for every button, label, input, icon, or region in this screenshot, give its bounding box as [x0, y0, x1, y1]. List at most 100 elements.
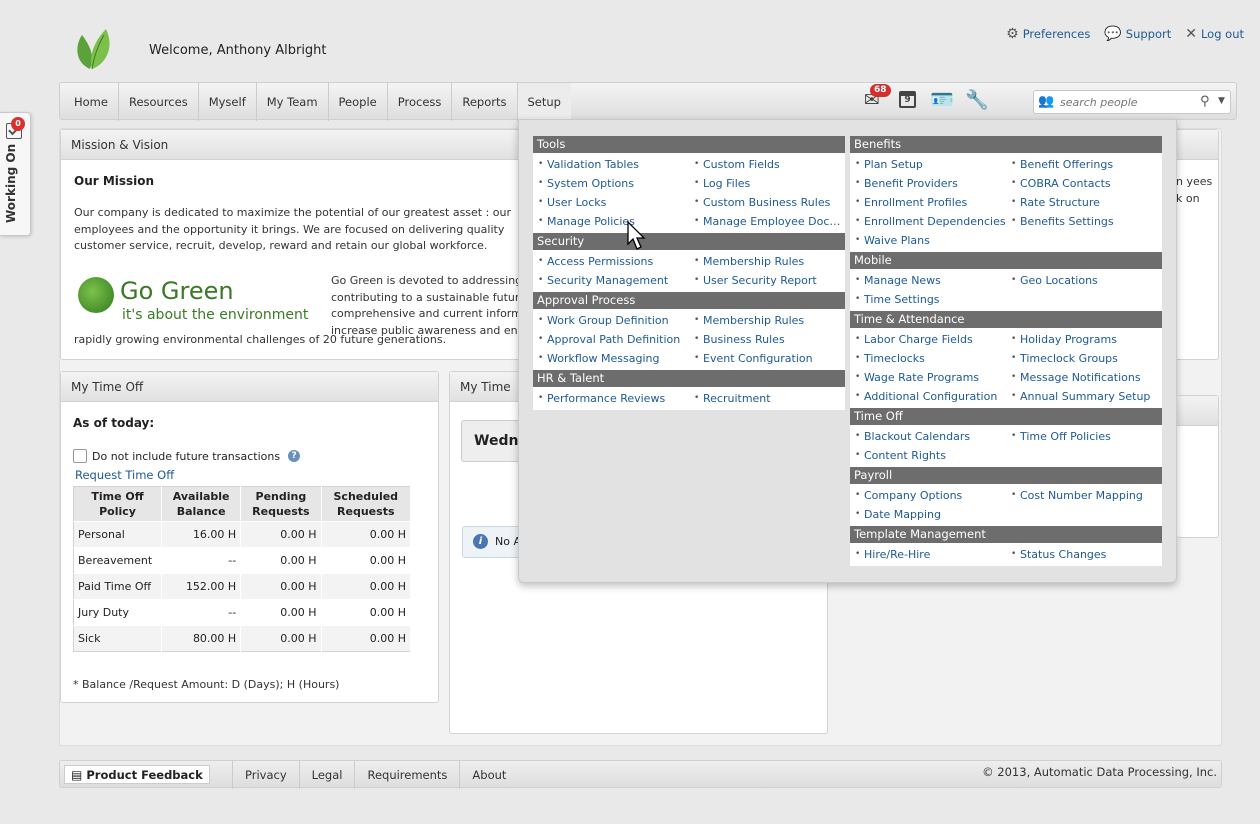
menu-item-manage-news[interactable]: Manage News [850, 271, 1006, 290]
setup-menu: ToolsValidation TablesCustom FieldsSyste… [518, 119, 1177, 583]
nav-process[interactable]: Process [388, 83, 453, 121]
wrench-icon[interactable]: 🔧 [965, 89, 989, 111]
search-input[interactable] [1060, 94, 1200, 111]
menu-item-status-changes[interactable]: Status Changes [1006, 545, 1162, 564]
menu-item-rate-structure[interactable]: Rate Structure [1006, 193, 1162, 212]
menu-item-benefit-providers[interactable]: Benefit Providers [850, 174, 1006, 193]
privacy-link[interactable]: Privacy [232, 761, 299, 789]
menu-item-business-rules[interactable]: Business Rules [689, 330, 845, 349]
menu-item-work-group-definition[interactable]: Work Group Definition [533, 311, 689, 330]
leaf-logo-icon [77, 29, 110, 70]
menu-item-time-settings[interactable]: Time Settings [850, 290, 1006, 309]
menu-item-content-rights[interactable]: Content Rights [850, 446, 1006, 465]
as-of-label: As of today: [73, 416, 155, 430]
menu-item-annual-summary-setup[interactable]: Annual Summary Setup [1006, 387, 1162, 406]
calendar-icon[interactable]: 9 [895, 89, 919, 111]
menu-item-log-files[interactable]: Log Files [689, 174, 845, 193]
search-people-box: 👥 ⚲ ▼ [1033, 90, 1231, 114]
menu-item-company-options[interactable]: Company Options [850, 486, 1006, 505]
balance-cell: 0.00 H [240, 521, 322, 548]
nav-resources[interactable]: Resources [119, 83, 199, 121]
menu-item-message-notifications[interactable]: Message Notifications [1006, 368, 1162, 387]
search-icon[interactable]: ⚲ [1200, 94, 1210, 109]
preferences-link[interactable]: ⚙ Preferences [1006, 26, 1090, 42]
legal-link[interactable]: Legal [298, 761, 355, 789]
col-available[interactable]: Available Balance [161, 486, 242, 522]
menu-item-membership-rules[interactable]: Membership Rules [689, 311, 845, 330]
menu-item-performance-reviews[interactable]: Performance Reviews [533, 389, 689, 408]
menu-item-timeclocks[interactable]: Timeclocks [850, 349, 1006, 368]
menu-item-enrollment-profiles[interactable]: Enrollment Profiles [850, 193, 1006, 212]
balance-cell: 0.00 H [240, 599, 322, 626]
welcome-text: Welcome, Anthony Albright [149, 43, 327, 58]
chevron-down-icon[interactable]: ▼ [1218, 96, 1225, 106]
menu-item-waive-plans[interactable]: Waive Plans [850, 231, 1006, 250]
menu-item-benefits-settings[interactable]: Benefits Settings [1006, 212, 1162, 231]
setup-menu-left-column: ToolsValidation TablesCustom FieldsSyste… [533, 136, 845, 410]
menu-item-date-mapping[interactable]: Date Mapping [850, 505, 1006, 524]
time-off-panel-title: My Time Off [61, 372, 438, 402]
menu-item-event-configuration[interactable]: Event Configuration [689, 349, 845, 368]
balance-cell: 0.00 H [321, 573, 412, 600]
working-on-label: Working On [4, 143, 18, 223]
menu-item-additional-configuration[interactable]: Additional Configuration [850, 387, 1006, 406]
menu-item-plan-setup[interactable]: Plan Setup [850, 155, 1006, 174]
gear-icon: ⚙ [1006, 26, 1019, 42]
menu-item-benefit-offerings[interactable]: Benefit Offerings [1006, 155, 1162, 174]
menu-item-security-management[interactable]: Security Management [533, 271, 689, 290]
working-on-tab[interactable]: 0 Working On [0, 112, 31, 236]
nav-reports[interactable]: Reports [452, 83, 518, 121]
table-row: Paid Time Off 152.00 H 0.00 H 0.00 H [73, 573, 412, 600]
help-icon[interactable]: ? [288, 450, 301, 462]
mission-right-text: n yees k on [1176, 175, 1213, 205]
nav-setup[interactable]: Setup [517, 83, 571, 121]
menu-item-user-locks[interactable]: User Locks [533, 193, 689, 212]
col-scheduled[interactable]: Scheduled Requests [321, 486, 412, 522]
menu-item-enrollment-dependencies[interactable]: Enrollment Dependencies [850, 212, 1006, 231]
menu-item-holiday-programs[interactable]: Holiday Programs [1006, 330, 1162, 349]
menu-item-hire-re-hire[interactable]: Hire/Re-Hire [850, 545, 1006, 564]
menu-section-time-off: Time Off [850, 408, 1162, 425]
nav-my-team[interactable]: My Team [257, 83, 329, 121]
nav-home[interactable]: Home [64, 83, 119, 121]
menu-item-validation-tables[interactable]: Validation Tables [533, 155, 689, 174]
nav-people[interactable]: People [329, 83, 388, 121]
menu-item-cost-number-mapping[interactable]: Cost Number Mapping [1006, 486, 1162, 505]
requirements-link[interactable]: Requirements [354, 761, 459, 789]
mail-icon[interactable]: ✉ 68 [860, 84, 891, 111]
speech-bubble-icon: 💬 [1104, 26, 1122, 42]
menu-item-manage-policies[interactable]: Manage Policies [533, 212, 689, 231]
menu-item-blackout-calendars[interactable]: Blackout Calendars [850, 427, 1006, 446]
menu-item-access-permissions[interactable]: Access Permissions [533, 252, 689, 271]
col-policy[interactable]: Time Off Policy [73, 486, 163, 522]
support-link[interactable]: 💬 Support [1104, 26, 1171, 42]
menu-item-membership-rules[interactable]: Membership Rules [689, 252, 845, 271]
menu-item-custom-business-rules[interactable]: Custom Business Rules [689, 193, 845, 212]
menu-item-workflow-messaging[interactable]: Workflow Messaging [533, 349, 689, 368]
future-transactions-checkbox[interactable] [73, 449, 87, 463]
balance-cell: 0.00 H [240, 573, 322, 600]
menu-item-approval-path-definition[interactable]: Approval Path Definition [533, 330, 689, 349]
menu-section-hr-talent: HR & Talent [533, 370, 845, 387]
menu-item-manage-employee-docu[interactable]: Manage Employee Docu... [689, 212, 845, 231]
menu-item-cobra-contacts[interactable]: COBRA Contacts [1006, 174, 1162, 193]
menu-item-labor-charge-fields[interactable]: Labor Charge Fields [850, 330, 1006, 349]
menu-item-wage-rate-programs[interactable]: Wage Rate Programs [850, 368, 1006, 387]
logout-link[interactable]: ✕ Log out [1185, 26, 1244, 42]
request-time-off-link[interactable]: Request Time Off [75, 468, 174, 482]
menu-section-security: Security [533, 233, 845, 250]
menu-item-custom-fields[interactable]: Custom Fields [689, 155, 845, 174]
menu-item-user-security-report[interactable]: User Security Report [689, 271, 845, 290]
nav-myself[interactable]: Myself [199, 83, 257, 121]
menu-item-recruitment[interactable]: Recruitment [689, 389, 845, 408]
menu-item-system-options[interactable]: System Options [533, 174, 689, 193]
menu-section-items: Plan SetupBenefit OfferingsBenefit Provi… [850, 153, 1162, 252]
about-link[interactable]: About [459, 761, 518, 789]
menu-item-geo-locations[interactable]: Geo Locations [1006, 271, 1162, 290]
menu-item-time-off-policies[interactable]: Time Off Policies [1006, 427, 1162, 446]
menu-item-timeclock-groups[interactable]: Timeclock Groups [1006, 349, 1162, 368]
id-card-icon[interactable]: 🪪 [930, 89, 954, 111]
balance-cell: 0.00 H [240, 625, 322, 652]
col-pending[interactable]: Pending Requests [240, 486, 322, 522]
product-feedback-button[interactable]: ▤ Product Feedback [64, 765, 210, 784]
